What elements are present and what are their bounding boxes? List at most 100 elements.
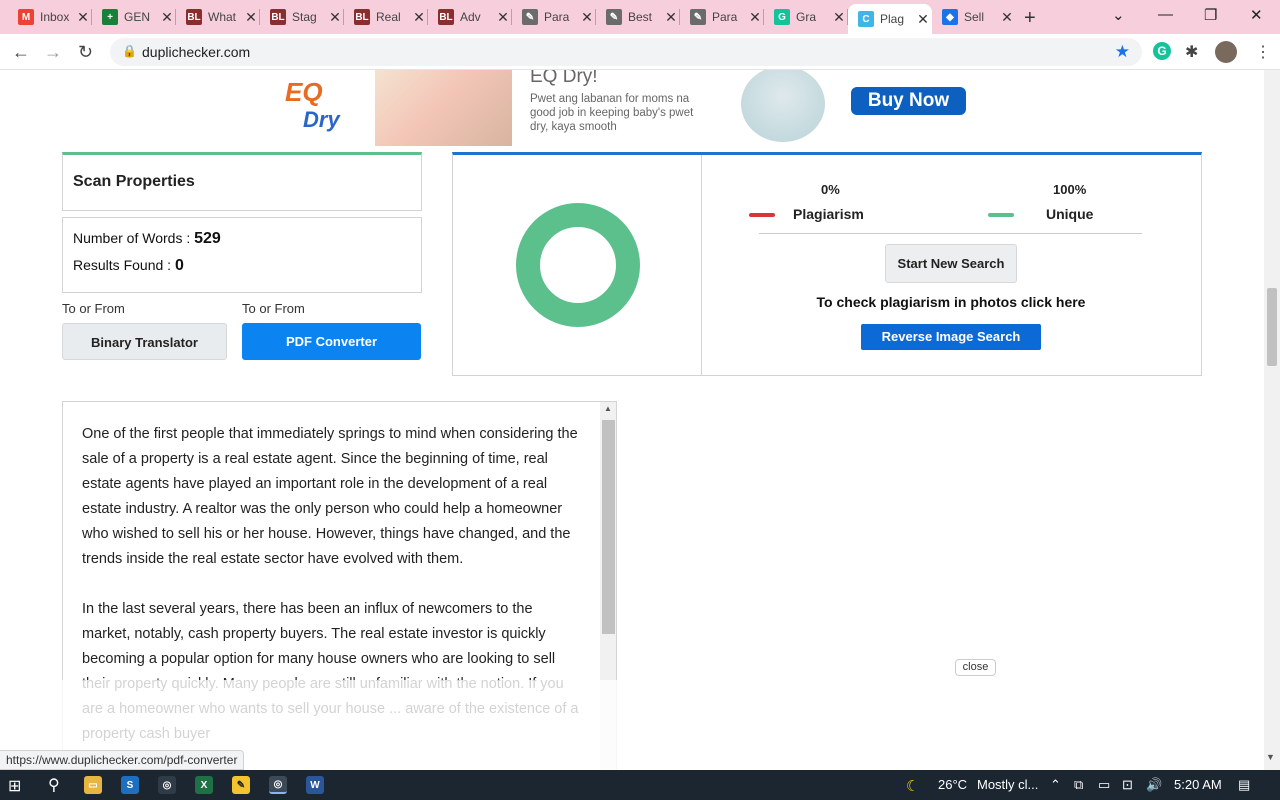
ad-buy-now-button[interactable]: Buy Now	[851, 87, 966, 115]
grammarly-extension-icon[interactable]: G	[1153, 42, 1171, 60]
tab-close-icon[interactable]: ✕	[494, 9, 512, 26]
page-content: EQ Dry EQ Dry! Pwet ang labanan for moms …	[0, 70, 1264, 770]
tab-search-icon[interactable]: ⌄	[1112, 6, 1125, 24]
sticky-notes-icon[interactable]: ✎	[232, 776, 250, 794]
scan-stats: Number of Words : 529 Results Found : 0	[62, 217, 422, 293]
tab-close-icon[interactable]: ✕	[326, 9, 344, 26]
browser-tab[interactable]: BL Real ✕	[344, 4, 428, 30]
chrome-taskbar-icon[interactable]: ◎	[158, 776, 176, 794]
back-icon[interactable]: ←	[12, 42, 30, 63]
plagiarism-percent: 0%	[821, 182, 840, 197]
file-explorer-icon[interactable]: ▭	[84, 776, 102, 794]
notifications-icon[interactable]: ▤	[1238, 777, 1250, 793]
browser-tab[interactable]: ✎ Para ✕	[512, 4, 596, 30]
browser-tab[interactable]: ✎ Para ✕	[680, 4, 764, 30]
tab-title: Best	[628, 10, 653, 24]
browser-tab[interactable]: BL What ✕	[176, 4, 260, 30]
bookmark-star-icon[interactable]: ★	[1115, 42, 1130, 62]
network-icon[interactable]: ⊡	[1122, 777, 1133, 793]
close-overlay-button[interactable]: close	[955, 659, 996, 676]
tab-title: Plag	[880, 12, 905, 26]
tray-chevron-icon[interactable]: ⌃	[1050, 777, 1061, 793]
tab-close-icon[interactable]: ✕	[914, 11, 932, 28]
weather-desc[interactable]: Mostly cl...	[977, 777, 1038, 792]
tab-close-icon[interactable]: ✕	[998, 9, 1016, 26]
tab-favicon-icon: C	[858, 11, 874, 27]
word-icon[interactable]: W	[306, 776, 324, 794]
pdf-converter-button[interactable]: PDF Converter	[242, 323, 421, 360]
unique-percent: 100%	[1053, 182, 1087, 197]
clock[interactable]: 5:20 AM	[1174, 777, 1222, 792]
pdf-to-or-from-label: To or From	[242, 301, 305, 316]
ad-logo: EQ Dry	[285, 77, 340, 132]
browser-tab[interactable]: M Inbox ✕	[8, 4, 92, 30]
tab-favicon-icon: ✎	[606, 9, 622, 25]
word-count: Number of Words : 529	[73, 230, 221, 247]
page-scrollbar[interactable]	[1264, 70, 1280, 770]
browser-tab[interactable]: ◆ Sell ✕	[932, 4, 1016, 30]
binary-translator-button[interactable]: Binary Translator	[62, 323, 227, 360]
tab-close-icon[interactable]: ✕	[158, 9, 176, 26]
results-found: Results Found : 0	[73, 257, 184, 274]
extensions-icon[interactable]: ✱	[1185, 42, 1198, 62]
status-bar-url: https://www.duplichecker.com/pdf-convert…	[0, 750, 245, 770]
tab-close-icon[interactable]: ✕	[410, 9, 428, 26]
browser-tab[interactable]: BL Adv ✕	[428, 4, 512, 30]
page-scroll-thumb[interactable]	[1267, 288, 1277, 366]
scroll-down-arrow-icon[interactable]: ▼	[1266, 752, 1275, 762]
tab-favicon-icon: M	[18, 9, 34, 25]
tab-close-icon[interactable]: ✕	[74, 9, 92, 26]
omnibox[interactable]: 🔒 duplichecker.com ★	[110, 38, 1142, 66]
browser-tab[interactable]: C Plag ✕	[848, 4, 932, 34]
weather-temp[interactable]: 26°C	[938, 777, 967, 792]
browser-tab[interactable]: BL Stag ✕	[260, 4, 344, 30]
new-tab-button[interactable]: +	[1024, 7, 1036, 30]
forward-icon[interactable]: →	[44, 42, 62, 63]
tab-title: What	[208, 10, 237, 24]
reverse-image-search-button[interactable]: Reverse Image Search	[861, 324, 1041, 350]
minimize-button[interactable]: —	[1158, 6, 1173, 23]
tab-close-icon[interactable]: ✕	[662, 9, 680, 26]
binary-to-or-from-label: To or From	[62, 301, 125, 316]
search-icon[interactable]: ⚲	[48, 775, 60, 795]
tab-close-icon[interactable]: ✕	[830, 9, 848, 26]
reload-icon[interactable]: ↻	[78, 42, 93, 63]
profile-avatar[interactable]	[1215, 41, 1237, 63]
start-new-search-button[interactable]: Start New Search	[885, 244, 1017, 283]
textarea-scroll-thumb[interactable]	[602, 420, 615, 634]
tab-title: Stag	[292, 10, 317, 24]
close-window-button[interactable]: ✕	[1250, 6, 1263, 24]
scan-properties-title: Scan Properties	[73, 173, 195, 190]
result-donut-chart	[516, 203, 640, 327]
battery-icon[interactable]: ▭	[1098, 777, 1110, 793]
restore-button[interactable]: ❐	[1204, 6, 1217, 24]
scroll-up-arrow-icon[interactable]: ▲	[604, 404, 612, 413]
tab-title: Sell	[964, 10, 985, 24]
ad-banner[interactable]: EQ Dry EQ Dry! Pwet ang labanan for moms …	[285, 70, 975, 146]
plagiarism-label: Plagiarism	[793, 206, 864, 222]
chrome-active-icon[interactable]: ◎	[269, 776, 287, 794]
windows-start-icon[interactable]: ⊞	[8, 776, 21, 796]
tray-app-icon[interactable]: ⧉	[1074, 777, 1083, 793]
ad-product-image	[741, 70, 825, 142]
plagiarism-legend-swatch	[749, 213, 775, 217]
url-text[interactable]: duplichecker.com	[142, 44, 250, 60]
app-s-icon[interactable]: S	[121, 776, 139, 794]
volume-icon[interactable]: 🔊	[1146, 777, 1162, 793]
tab-title: GEN	[124, 10, 151, 24]
tab-close-icon[interactable]: ✕	[746, 9, 764, 26]
browser-tab[interactable]: + GEN ✕	[92, 4, 176, 30]
unique-legend-swatch	[988, 213, 1014, 217]
tab-close-icon[interactable]: ✕	[242, 9, 260, 26]
excel-icon[interactable]: X	[195, 776, 213, 794]
browser-tab[interactable]: ✎ Best ✕	[596, 4, 680, 30]
address-bar: ← → ↻ 🔒 duplichecker.com ★ G ✱ ⋮	[0, 34, 1280, 70]
result-panel: 0% 100% Plagiarism Unique Start New Sear…	[452, 152, 1202, 376]
word-count-value: 529	[194, 230, 221, 247]
tab-close-icon[interactable]: ✕	[578, 9, 596, 26]
ad-title: EQ Dry!	[530, 70, 598, 87]
browser-tab[interactable]: G Gra ✕	[764, 4, 848, 30]
taskbar: ⊞ ⚲ ▭ S ◎ X ✎ ◎ W ☾ 26°C Mostly cl... ⌃ …	[0, 770, 1280, 800]
menu-icon[interactable]: ⋮	[1255, 42, 1271, 62]
weather-icon[interactable]: ☾	[906, 777, 919, 795]
